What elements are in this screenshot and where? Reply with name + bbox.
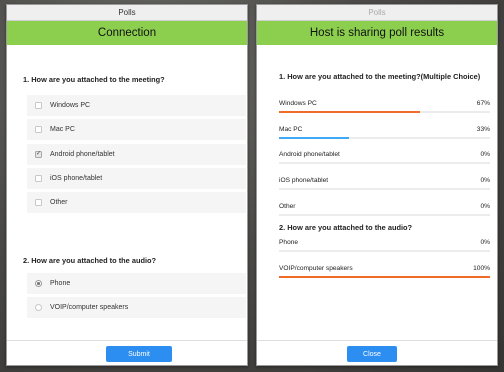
result-percent: 0% (480, 239, 490, 246)
result-row: Phone 0% (279, 233, 490, 259)
option-ios[interactable]: iOS phone/tablet (27, 167, 246, 189)
result-bar (279, 111, 421, 113)
option-phone[interactable]: Phone (27, 273, 246, 294)
checkbox[interactable] (35, 102, 42, 109)
option-label: VOIP/computer speakers (50, 304, 129, 312)
question-1-options: Windows PC Mac PC ✓ Android phone/tablet… (27, 95, 246, 216)
result-row: iOS phone/tablet 0% (279, 171, 490, 197)
result-percent: 67% (476, 100, 490, 107)
checkbox[interactable] (35, 174, 42, 182)
option-label: iOS phone/tablet (50, 174, 103, 182)
option-label: Android phone/tablet (50, 150, 115, 158)
result-label: Phone (279, 239, 299, 246)
radio-selected[interactable] (35, 280, 42, 287)
results-question-1: 1. How are you attached to the meeting?(… (279, 72, 481, 81)
result-percent: 0% (480, 177, 490, 185)
result-row: Mac PC 33% (279, 120, 490, 146)
question-1: 1. How are you attached to the meeting? (23, 75, 165, 84)
result-percent: 0% (480, 202, 490, 210)
option-other[interactable]: Other (27, 192, 246, 214)
result-label: iOS phone/tablet (279, 177, 329, 185)
result-bar (279, 136, 349, 139)
option-voip[interactable]: VOIP/computer speakers (27, 297, 246, 319)
option-mac-pc[interactable]: Mac PC (27, 119, 246, 141)
result-percent: 100% (473, 264, 490, 272)
result-row: Windows PC 67% (279, 94, 490, 120)
close-button[interactable]: Close (347, 346, 397, 362)
checkbox-checked[interactable]: ✓ (35, 150, 42, 158)
question-2-options: Phone VOIP/computer speakers (27, 273, 246, 322)
poll-vote-window: Polls Connection 1. How are you attached… (6, 4, 248, 366)
result-label: Other (279, 202, 296, 210)
option-label: Other (50, 199, 68, 207)
result-track (279, 188, 490, 191)
window-title: Polls (7, 5, 247, 21)
question-1-results: Windows PC 67% Mac PC 33% Android phone/… (279, 94, 490, 222)
option-label: Windows PC (50, 102, 91, 109)
question-2: 2. How are you attached to the audio? (23, 256, 157, 265)
result-label: Windows PC (279, 100, 317, 107)
result-row: Other 0% (279, 197, 490, 223)
checkbox[interactable] (35, 199, 42, 207)
result-track (279, 250, 490, 252)
result-label: Android phone/tablet (279, 151, 340, 159)
result-label: VOIP/computer speakers (279, 264, 353, 272)
option-label: Phone (50, 280, 71, 287)
result-bar (279, 275, 490, 278)
result-row: Android phone/tablet 0% (279, 145, 490, 171)
checkbox[interactable] (35, 126, 42, 134)
result-label: Mac PC (279, 125, 303, 133)
results-question-2: 2. How are you attached to the audio? (279, 223, 413, 232)
footer-bar: Close (257, 340, 497, 365)
option-windows-pc[interactable]: Windows PC (27, 95, 246, 116)
radio[interactable] (35, 304, 42, 312)
result-percent: 0% (480, 151, 490, 159)
result-row: VOIP/computer speakers 100% (279, 259, 490, 285)
window-title: Polls (257, 5, 497, 21)
question-2-results: Phone 0% VOIP/computer speakers 100% (279, 233, 490, 284)
option-android[interactable]: ✓ Android phone/tablet (27, 143, 246, 165)
result-track (279, 213, 490, 216)
result-track (279, 162, 490, 165)
results-header: Host is sharing poll results (257, 21, 497, 45)
checkmark-icon: ✓ (35, 151, 42, 158)
result-percent: 33% (476, 125, 490, 133)
footer-bar: Submit (7, 340, 247, 365)
submit-button[interactable]: Submit (106, 346, 172, 362)
poll-header: Connection (7, 21, 247, 45)
poll-results-window: Polls Host is sharing poll results 1. Ho… (256, 4, 498, 366)
option-label: Mac PC (50, 126, 75, 134)
